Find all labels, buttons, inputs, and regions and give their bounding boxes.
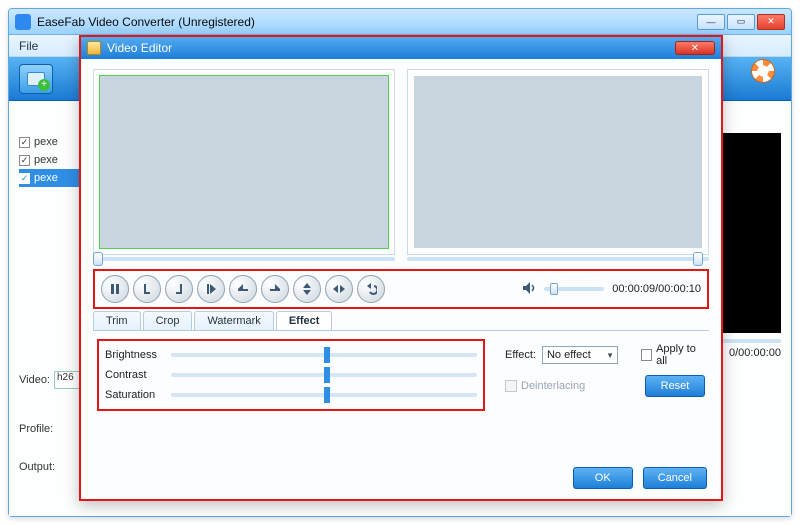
app-title: EaseFab Video Converter (Unregistered): [37, 15, 697, 29]
brightness-slider[interactable]: [171, 353, 477, 357]
editor-time: 00:00:09/00:00:10: [612, 283, 701, 295]
effect-panel: Brightness Contrast Saturation Effect: N…: [93, 330, 709, 419]
profile-label: Profile:: [19, 423, 53, 435]
main-preview-pane: [721, 133, 781, 333]
deinterlacing-checkbox: [505, 380, 517, 392]
checkbox-icon[interactable]: ✓: [19, 137, 30, 148]
ok-button[interactable]: OK: [573, 467, 633, 489]
saturation-label: Saturation: [105, 389, 165, 401]
apply-to-all-checkbox[interactable]: [641, 349, 652, 361]
tab-trim[interactable]: Trim: [93, 311, 141, 330]
contrast-slider[interactable]: [171, 373, 477, 377]
effect-label: Effect:: [505, 349, 536, 361]
effect-select[interactable]: No effect: [542, 346, 618, 364]
editor-titlebar: Video Editor ✕: [81, 37, 721, 59]
help-icon[interactable]: [751, 59, 775, 83]
brightness-label: Brightness: [105, 349, 165, 361]
maximize-button[interactable]: ▭: [727, 14, 755, 30]
color-sliders-group: Brightness Contrast Saturation: [97, 339, 485, 411]
editor-app-icon: [87, 41, 101, 55]
flip-horizontal-button[interactable]: [325, 275, 353, 303]
flip-vertical-button[interactable]: [293, 275, 321, 303]
source-canvas: [100, 76, 388, 248]
output-preview: [407, 69, 709, 255]
mark-in-button[interactable]: [133, 275, 161, 303]
rotate-left-button[interactable]: [229, 275, 257, 303]
pause-button[interactable]: [101, 275, 129, 303]
output-label: Output:: [19, 461, 55, 473]
cancel-button[interactable]: Cancel: [643, 467, 707, 489]
volume-slider[interactable]: [544, 287, 604, 291]
close-button[interactable]: ✕: [757, 14, 785, 30]
undo-button[interactable]: [357, 275, 385, 303]
contrast-label: Contrast: [105, 369, 165, 381]
apply-to-all-label: Apply to all: [656, 343, 705, 367]
tab-effect[interactable]: Effect: [276, 311, 333, 330]
output-canvas: [414, 76, 702, 248]
source-seek-slider[interactable]: [93, 257, 395, 261]
file-name: pexe: [34, 172, 58, 184]
checkbox-icon[interactable]: ✓: [19, 155, 30, 166]
tab-watermark[interactable]: Watermark: [194, 311, 273, 330]
video-editor-window: Video Editor ✕: [79, 35, 723, 501]
titlebar: EaseFab Video Converter (Unregistered) —…: [9, 9, 791, 35]
source-preview: [93, 69, 395, 255]
volume-icon[interactable]: [522, 281, 536, 298]
main-preview-time: 0/00:00:00: [729, 347, 781, 359]
saturation-slider[interactable]: [171, 393, 477, 397]
tab-crop[interactable]: Crop: [143, 311, 193, 330]
reset-button[interactable]: Reset: [645, 375, 705, 397]
rotate-right-button[interactable]: [261, 275, 289, 303]
checkbox-icon[interactable]: ✓: [19, 173, 30, 184]
file-name: pexe: [34, 136, 58, 148]
next-frame-button[interactable]: [197, 275, 225, 303]
output-seek-slider[interactable]: [407, 257, 709, 261]
deinterlacing-label: Deinterlacing: [521, 380, 585, 392]
video-label: Video:: [19, 374, 50, 386]
main-preview-slider[interactable]: [721, 339, 781, 343]
editor-title: Video Editor: [107, 41, 172, 55]
editor-tabs: Trim Crop Watermark Effect: [93, 311, 709, 330]
app-icon: [15, 14, 31, 30]
add-file-button[interactable]: [19, 64, 53, 94]
minimize-button[interactable]: —: [697, 14, 725, 30]
file-name: pexe: [34, 154, 58, 166]
playback-controls-group: 00:00:09/00:00:10: [93, 269, 709, 309]
editor-close-button[interactable]: ✕: [675, 41, 715, 55]
menu-file[interactable]: File: [19, 39, 38, 53]
mark-out-button[interactable]: [165, 275, 193, 303]
